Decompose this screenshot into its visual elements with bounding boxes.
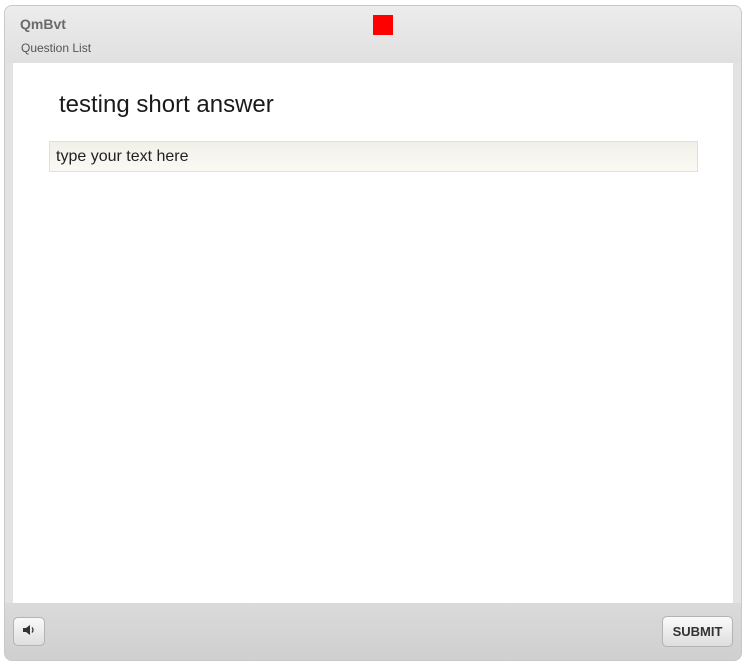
question-list-link[interactable]: Question List bbox=[21, 41, 91, 55]
short-answer-input[interactable] bbox=[49, 141, 698, 172]
status-indicator bbox=[373, 15, 393, 35]
player-footer: SUBMIT bbox=[5, 603, 741, 660]
speaker-icon bbox=[22, 623, 36, 641]
submit-button[interactable]: SUBMIT bbox=[662, 616, 733, 647]
audio-button[interactable] bbox=[13, 617, 45, 646]
quiz-title: QmBvt bbox=[20, 16, 66, 32]
question-text: testing short answer bbox=[59, 91, 274, 118]
player-header: QmBvt Question List bbox=[5, 6, 741, 63]
question-panel: testing short answer bbox=[13, 63, 733, 603]
quiz-player-window: QmBvt Question List testing short answer… bbox=[4, 5, 742, 661]
